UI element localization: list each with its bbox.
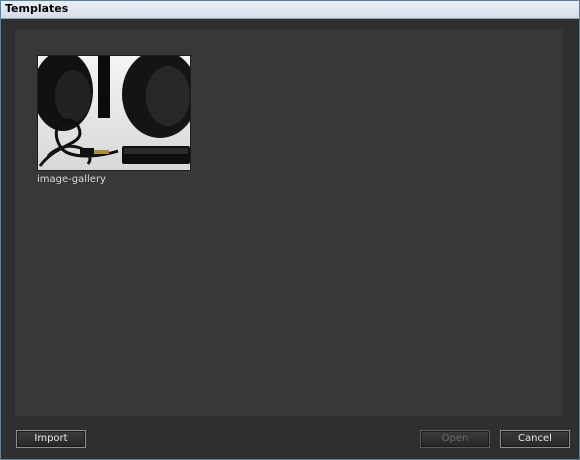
headphones-thumbnail[interactable] [37,55,191,171]
open-button[interactable]: Open [420,430,490,448]
import-button[interactable]: Import [16,430,86,448]
templates-grid: image-gallery [15,29,563,416]
templates-dialog: Templates image-gallery Import Open Canc… [0,0,580,460]
dialog-title: Templates [5,2,69,15]
cancel-button[interactable]: Cancel [500,430,570,448]
title-bar[interactable]: Templates [1,1,579,19]
template-name: image-gallery [37,174,106,185]
dialog-body: image-gallery Import Open Cancel [1,19,579,459]
template-item[interactable]: image-gallery [37,55,191,185]
